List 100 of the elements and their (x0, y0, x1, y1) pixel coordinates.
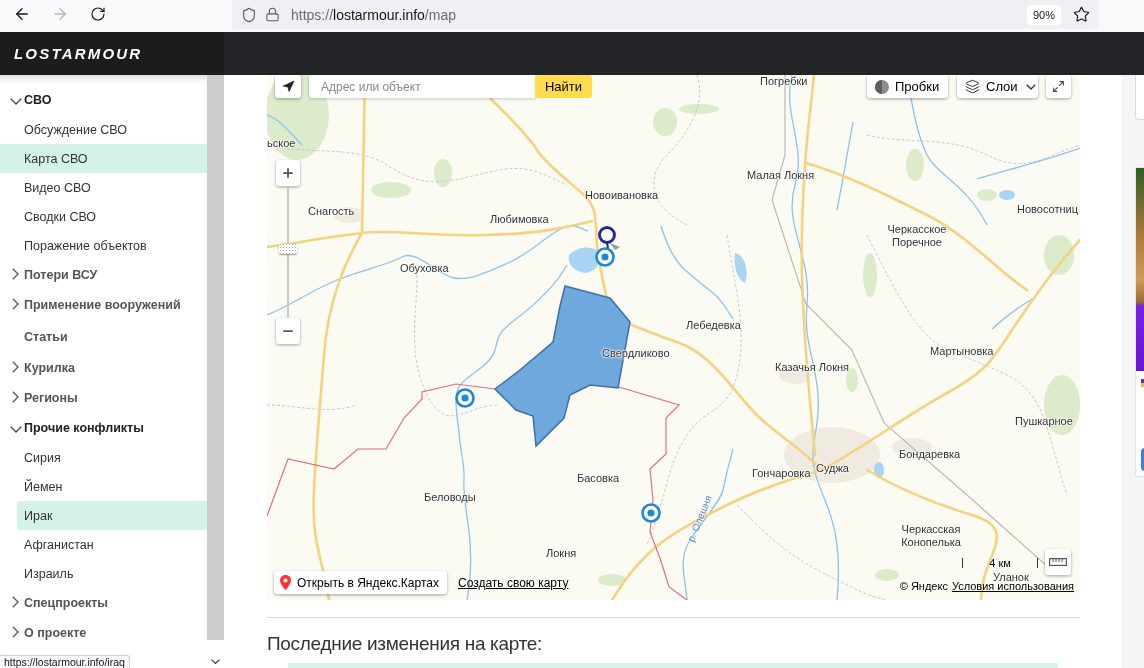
zoom-out-button[interactable] (276, 318, 300, 344)
nav-item[interactable]: Карта СВО (0, 144, 207, 173)
location-marker-icon[interactable] (595, 247, 615, 267)
river (267, 114, 303, 146)
shield-icon[interactable] (241, 6, 257, 23)
place-label: Погребки (760, 75, 808, 88)
forest-area (598, 574, 626, 586)
place-label: Черкасская Конопелька (900, 523, 962, 549)
arrow-right-icon (51, 5, 69, 23)
reload-icon (90, 6, 106, 22)
chevron-right-icon[interactable] (12, 268, 19, 280)
traffic-button[interactable]: Пробки (867, 75, 948, 98)
nav-item[interactable]: Сирия (0, 443, 207, 472)
chevron-right-icon[interactable] (12, 391, 19, 403)
nav-group[interactable]: Прочие конфликты (0, 413, 207, 443)
nav-group[interactable]: Регионы (0, 383, 207, 413)
chevron-down-icon[interactable] (10, 426, 22, 433)
locate-button[interactable] (275, 75, 301, 98)
scale-bar: 4 км (962, 558, 1038, 568)
nav-link[interactable]: Статьи (0, 320, 207, 353)
nav-item[interactable]: Обсуждение СВО (0, 115, 207, 144)
chevron-down-icon[interactable] (10, 98, 22, 105)
section-heading: Последние изменения на карте: (267, 632, 544, 656)
site-logo[interactable]: LOSTARMOUR (14, 45, 143, 62)
star-icon[interactable] (1073, 6, 1090, 23)
pin-marker-icon[interactable] (598, 226, 620, 250)
chevron-right-icon[interactable] (12, 596, 19, 608)
zoom-slider-thumb[interactable] (279, 244, 297, 255)
nav-item[interactable]: Афганистан (0, 530, 207, 559)
expand-icon (1052, 80, 1065, 93)
forest-area (863, 253, 877, 297)
locate-arrow-icon (281, 80, 295, 93)
place-label: Басовка (577, 472, 620, 485)
lake (568, 247, 601, 273)
nav-group[interactable]: Курилка (0, 353, 207, 383)
place-label: Черкасское Поречное (886, 223, 948, 249)
layers-button[interactable]: Слои (957, 75, 1038, 98)
lake (999, 190, 1015, 200)
place-label: Новосотниц (1017, 203, 1078, 216)
plus-icon (281, 166, 295, 180)
address-bar[interactable]: https://lostarmour.info/map 90% (232, 0, 1098, 29)
place-label: Мартыновка (930, 345, 994, 358)
caret-icon (1025, 83, 1036, 90)
search-field[interactable]: Адрес или объект (309, 75, 535, 98)
forest-area (875, 569, 899, 581)
place-label: Гончаровка (752, 467, 811, 480)
nav-group[interactable]: СВО (0, 85, 207, 115)
place-label: Новоивановка (585, 189, 659, 202)
search-button[interactable]: Найти (535, 75, 592, 98)
place-label: Беловоды (424, 491, 476, 504)
chevron-right-icon[interactable] (12, 626, 19, 638)
layers-icon (965, 79, 980, 94)
forest-area (906, 149, 924, 181)
chevron-right-icon[interactable] (12, 298, 19, 310)
traffic-icon (875, 79, 889, 94)
nav-item[interactable]: Сводки СВО (0, 202, 207, 231)
chevron-right-icon[interactable] (12, 361, 19, 373)
nav-group[interactable]: Потери ВСУ (0, 260, 207, 290)
forest-area (977, 189, 997, 201)
place-label: Суджа (816, 462, 849, 475)
nav-item[interactable]: Йемен (0, 472, 207, 501)
ruler-icon (1049, 558, 1067, 566)
chevron-down-icon[interactable] (211, 659, 220, 664)
open-in-maps-button[interactable]: Открыть в Яндекс.Картах (274, 571, 447, 594)
nav-group[interactable]: О проекте (0, 618, 207, 648)
nav-item[interactable]: Поражение объектов (0, 231, 207, 260)
place-label: Обуховка (400, 262, 449, 275)
forest-area (1044, 235, 1074, 275)
place-label: ьское (267, 137, 296, 150)
forest-area (371, 182, 411, 198)
link-preview: https://lostarmour.info/iraq (0, 655, 130, 668)
nav-item[interactable]: Израиль (0, 559, 207, 588)
place-label: Локня (546, 547, 577, 560)
nav-group[interactable]: Спецпроекты (0, 588, 207, 618)
place-label: Любимовка (490, 213, 549, 226)
ruler-button[interactable] (1045, 549, 1071, 575)
forest-area (653, 108, 677, 136)
place-label: Пушкарное (1015, 415, 1073, 428)
location-marker-icon[interactable] (641, 503, 661, 523)
lake (874, 462, 884, 478)
place-label: Лебедевка (686, 319, 741, 332)
lock-icon[interactable] (265, 7, 280, 22)
zoom-in-button[interactable] (276, 160, 300, 186)
lake (734, 253, 747, 283)
nav-item[interactable]: Видео СВО (0, 173, 207, 202)
forest-area (434, 159, 452, 187)
terms-link[interactable]: Условия использования (951, 580, 1074, 592)
zoom-reset-button[interactable]: 90% (1026, 4, 1061, 25)
forest-area (679, 104, 719, 114)
location-marker-icon[interactable] (455, 388, 475, 408)
fullscreen-button[interactable] (1046, 75, 1071, 98)
place-label: Бондаревка (899, 448, 961, 461)
place-label: Уланок (993, 571, 1029, 583)
nav-group[interactable]: Применение вооружений (0, 290, 207, 320)
place-label: Снагость (308, 205, 355, 218)
nav-item[interactable]: Ирак (17, 501, 207, 530)
map-pin-icon (280, 575, 291, 590)
scrollbar-thumb[interactable] (207, 75, 224, 640)
copyright-text: © Яндекс (899, 580, 948, 592)
create-map-link[interactable]: Создать свою карту (457, 575, 569, 590)
